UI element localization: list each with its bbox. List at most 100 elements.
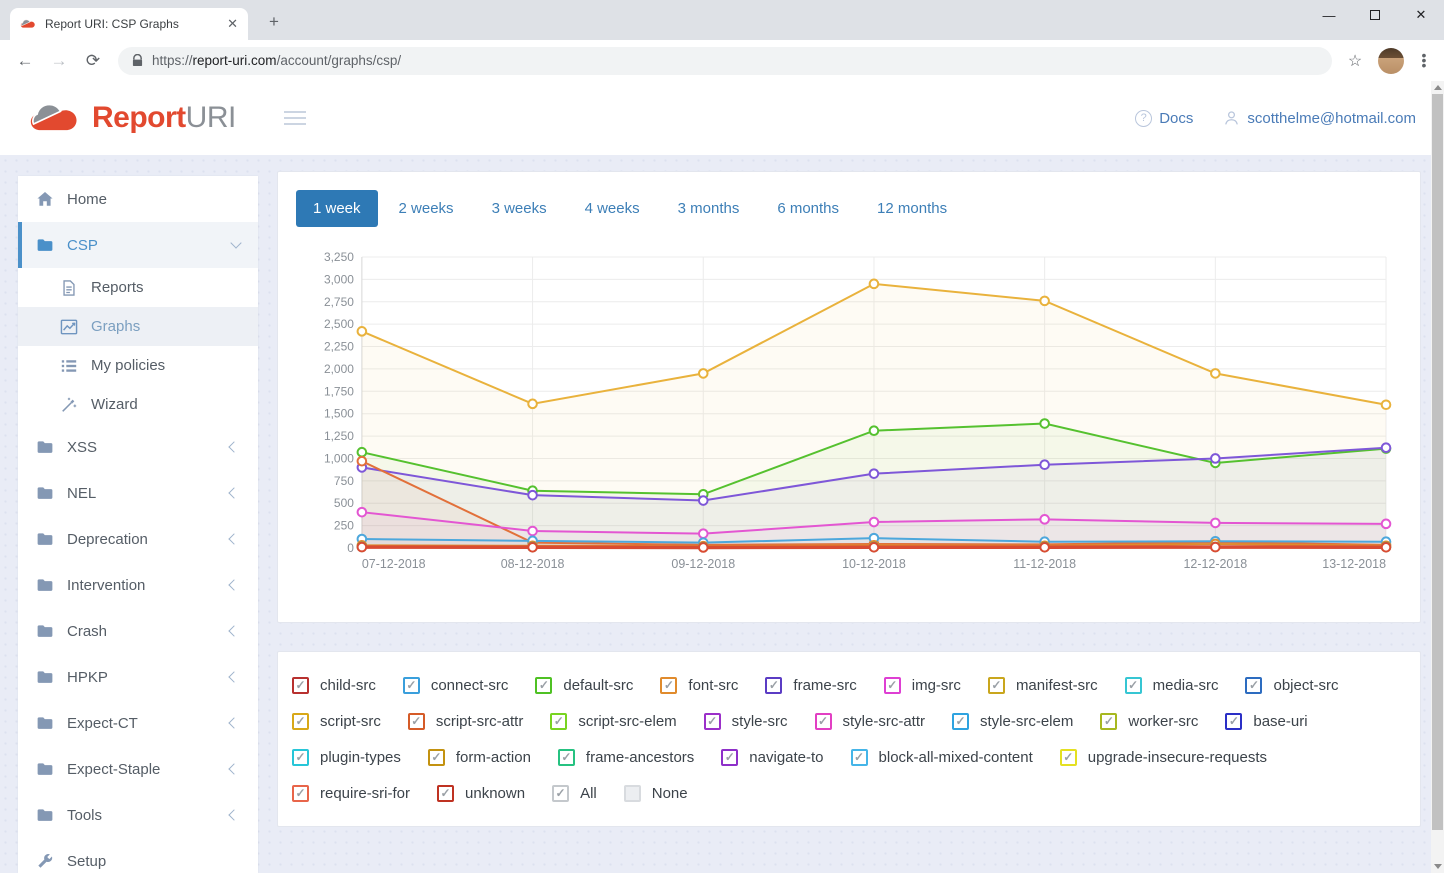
directive-toggle-worker-src[interactable]: ✓worker-src [1100,713,1198,730]
checkbox-checked[interactable]: ✓ [815,713,832,730]
directive-toggle-default-src[interactable]: ✓default-src [535,677,633,694]
sidebar-item-deprecation[interactable]: Deprecation [18,516,258,562]
checkbox-checked[interactable]: ✓ [550,713,567,730]
directive-toggle-script-src[interactable]: ✓script-src [292,713,381,730]
sidebar-item-my-policies[interactable]: My policies [18,346,258,385]
back-icon[interactable]: ← [10,51,40,71]
checkbox-checked[interactable]: ✓ [704,713,721,730]
maximize-button[interactable] [1352,0,1398,30]
checkbox-checked[interactable]: ✓ [851,749,868,766]
period-tab-6-months[interactable]: 6 months [760,190,856,227]
directive-toggle-script-src-attr[interactable]: ✓script-src-attr [408,713,524,730]
directive-toggle-require-sri-for[interactable]: ✓require-sri-for [292,785,410,802]
checkbox-checked[interactable]: ✓ [1060,749,1077,766]
directive-toggle-form-action[interactable]: ✓form-action [428,749,531,766]
period-tab-3-months[interactable]: 3 months [661,190,757,227]
scroll-down-icon[interactable] [1431,860,1444,873]
sidebar-item-tools[interactable]: Tools [18,792,258,838]
directive-toggle-block-all-mixed-content[interactable]: ✓block-all-mixed-content [851,749,1033,766]
checkbox-checked[interactable]: ✓ [552,785,569,802]
checkbox-checked[interactable]: ✓ [952,713,969,730]
tab-close-icon[interactable]: ✕ [227,16,238,32]
bookmark-star-icon[interactable]: ☆ [1342,51,1368,71]
checkbox-checked[interactable]: ✓ [428,749,445,766]
scroll-up-icon[interactable] [1431,81,1444,94]
checkbox-checked[interactable]: ✓ [292,785,309,802]
directive-toggle-manifest-src[interactable]: ✓manifest-src [988,677,1098,694]
directive-toggle-all[interactable]: ✓All [552,785,597,802]
csp-line-chart[interactable]: 02505007501,0001,2501,5001,7502,0002,250… [296,243,1402,588]
checkbox-checked[interactable]: ✓ [1245,677,1262,694]
sidebar-item-wizard[interactable]: Wizard [18,385,258,424]
sidebar-item-expect-staple[interactable]: Expect-Staple [18,746,258,792]
directive-toggle-navigate-to[interactable]: ✓navigate-to [721,749,823,766]
sidebar-item-csp[interactable]: CSP [18,222,258,268]
checkbox-checked[interactable]: ✓ [558,749,575,766]
sidebar-item-home[interactable]: Home [18,176,258,222]
sidebar-item-expect-ct[interactable]: Expect-CT [18,700,258,746]
scrollbar-thumb[interactable] [1432,94,1443,830]
directive-toggle-font-src[interactable]: ✓font-src [660,677,738,694]
checkbox-checked[interactable]: ✓ [403,677,420,694]
directive-toggle-style-src[interactable]: ✓style-src [704,713,788,730]
period-tab-12-months[interactable]: 12 months [860,190,964,227]
report-uri-logo[interactable]: ReportURI [28,101,236,135]
period-tab-2-weeks[interactable]: 2 weeks [382,190,471,227]
sidebar-item-graphs[interactable]: Graphs [18,307,258,346]
sidebar-item-xss[interactable]: XSS [18,424,258,470]
directive-toggle-base-uri[interactable]: ✓base-uri [1225,713,1307,730]
close-button[interactable]: ✕ [1398,0,1444,30]
sidebar-item-intervention[interactable]: Intervention [18,562,258,608]
directive-toggle-none[interactable]: None [624,785,688,802]
sidebar-item-reports[interactable]: Reports [18,268,258,307]
minimize-button[interactable]: — [1306,0,1352,30]
sidebar-item-hpkp[interactable]: HPKP [18,654,258,700]
docs-link[interactable]: ? Docs [1135,110,1193,127]
directive-toggle-unknown[interactable]: ✓unknown [437,785,525,802]
sidebar-item-nel[interactable]: NEL [18,470,258,516]
directive-toggle-frame-src[interactable]: ✓frame-src [765,677,856,694]
checkbox-checked[interactable]: ✓ [292,677,309,694]
checkbox-checked[interactable]: ✓ [292,749,309,766]
reload-icon[interactable]: ⟳ [78,51,108,71]
directive-toggle-media-src[interactable]: ✓media-src [1125,677,1219,694]
directive-toggle-connect-src[interactable]: ✓connect-src [403,677,509,694]
checkbox-checked[interactable]: ✓ [535,677,552,694]
checkbox-checked[interactable]: ✓ [660,677,677,694]
checkbox-checked[interactable]: ✓ [1125,677,1142,694]
directive-toggle-style-src-elem[interactable]: ✓style-src-elem [952,713,1073,730]
directive-toggle-img-src[interactable]: ✓img-src [884,677,961,694]
user-account-link[interactable]: scotthelme@hotmail.com [1223,109,1416,127]
chevron-left-icon [228,579,239,590]
checkbox-checked[interactable]: ✓ [437,785,454,802]
period-tab-1-week[interactable]: 1 week [296,190,378,227]
period-tab-4-weeks[interactable]: 4 weeks [568,190,657,227]
directive-toggle-object-src[interactable]: ✓object-src [1245,677,1338,694]
directive-toggle-plugin-types[interactable]: ✓plugin-types [292,749,401,766]
forward-icon[interactable]: → [44,51,74,71]
directive-toggle-style-src-attr[interactable]: ✓style-src-attr [815,713,926,730]
browser-menu-icon[interactable]: ••• [1414,53,1434,68]
sidebar-item-crash[interactable]: Crash [18,608,258,654]
profile-avatar[interactable] [1378,48,1404,74]
checkbox-checked[interactable]: ✓ [1100,713,1117,730]
sidebar-item-setup[interactable]: Setup [18,838,258,873]
url-bar[interactable]: https://report-uri.com/account/graphs/cs… [118,47,1332,75]
period-tab-3-weeks[interactable]: 3 weeks [475,190,564,227]
checkbox-checked[interactable]: ✓ [884,677,901,694]
directive-toggle-upgrade-insecure-requests[interactable]: ✓upgrade-insecure-requests [1060,749,1267,766]
page-scrollbar[interactable] [1431,81,1444,873]
browser-tab[interactable]: Report URI: CSP Graphs ✕ [10,8,248,40]
checkbox-unchecked[interactable] [624,785,641,802]
checkbox-checked[interactable]: ✓ [721,749,738,766]
checkbox-checked[interactable]: ✓ [1225,713,1242,730]
directive-toggle-frame-ancestors[interactable]: ✓frame-ancestors [558,749,694,766]
checkbox-checked[interactable]: ✓ [292,713,309,730]
sidebar-toggle-icon[interactable] [284,111,306,125]
checkbox-checked[interactable]: ✓ [765,677,782,694]
checkbox-checked[interactable]: ✓ [988,677,1005,694]
directive-toggle-child-src[interactable]: ✓child-src [292,677,376,694]
new-tab-button[interactable]: + [262,12,286,32]
directive-toggle-script-src-elem[interactable]: ✓script-src-elem [550,713,676,730]
checkbox-checked[interactable]: ✓ [408,713,425,730]
